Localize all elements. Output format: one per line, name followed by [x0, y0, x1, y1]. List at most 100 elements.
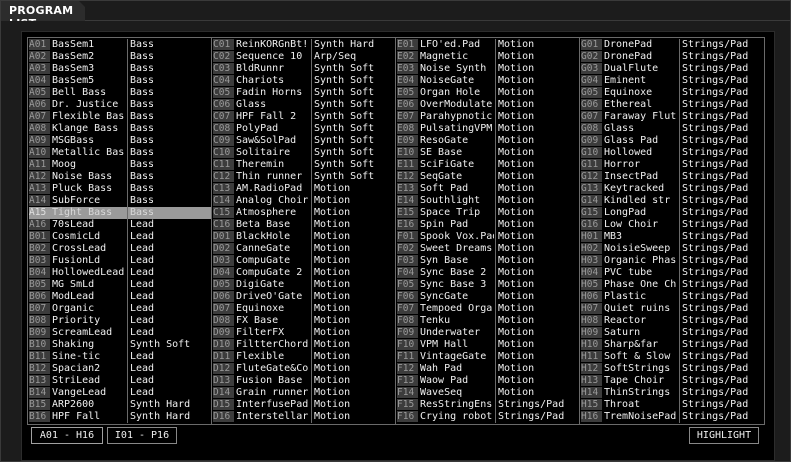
program-row[interactable]: G05 Equinoxe Strings/Pad [581, 87, 763, 99]
bank-i-p-button[interactable]: I01 - P16 [107, 427, 177, 444]
program-row[interactable]: C05 Fadin Horns Synth Soft [213, 87, 395, 99]
program-row[interactable]: H12 SoftStrings Strings/Pad [581, 363, 763, 375]
program-row[interactable]: D06 DriveO'Gate Motion [213, 291, 395, 303]
program-row[interactable]: C14 Analog Choir Motion [213, 195, 395, 207]
program-row[interactable]: B06 ModLead Lead [29, 291, 211, 303]
program-row[interactable]: H13 Tape Choir Strings/Pad [581, 375, 763, 387]
program-row[interactable]: B11 Sine-tic Lead [29, 351, 211, 363]
program-row[interactable]: E09 ResoGate Motion [397, 135, 579, 147]
program-row[interactable]: C15 Atmosphere Motion [213, 207, 395, 219]
program-row[interactable]: G14 Kindled str Strings/Pad [581, 195, 763, 207]
program-row[interactable]: E14 Southlight Motion [397, 195, 579, 207]
program-row[interactable]: G13 Keytracked Strings/Pad [581, 183, 763, 195]
program-row[interactable]: D08 FX Base Motion [213, 315, 395, 327]
program-row[interactable]: D12 FluteGate&Co Motion [213, 363, 395, 375]
program-row[interactable]: C09 Saw&SolPad Synth Soft [213, 135, 395, 147]
highlight-button[interactable]: HIGHLIGHT [689, 427, 759, 444]
program-row[interactable]: A03 BasSem3 Bass [29, 63, 211, 75]
program-row[interactable]: E01 LFO'ed.Pad Motion [397, 39, 579, 51]
program-row[interactable]: C02 Sequence 10 Arp/Seq [213, 51, 395, 63]
program-row[interactable]: A08 Klange Bass Bass [29, 123, 211, 135]
program-row[interactable]: B08 Priority Lead [29, 315, 211, 327]
program-row[interactable]: E12 SeqGate Motion [397, 171, 579, 183]
program-row[interactable]: A01 BasSem1 Bass [29, 39, 211, 51]
program-row[interactable]: B02 CrossLead Lead [29, 243, 211, 255]
program-row[interactable]: H04 PVC tube Strings/Pad [581, 267, 763, 279]
program-row[interactable]: D13 Fusion Base Motion [213, 375, 395, 387]
program-row[interactable]: F03 Syn Base Motion [397, 255, 579, 267]
program-row[interactable]: A06 Dr. Justice Bass [29, 99, 211, 111]
program-row[interactable]: F07 Tempoed Orga Motion [397, 303, 579, 315]
program-row[interactable]: E04 NoiseGate Motion [397, 75, 579, 87]
program-row[interactable]: F13 Waow Pad Motion [397, 375, 579, 387]
program-row[interactable]: A10 Metallic Bas Bass [29, 147, 211, 159]
program-row[interactable]: F15 ResStringEns Strings/Pad [397, 399, 579, 411]
program-row[interactable]: A16 70sLead Lead [29, 219, 211, 231]
program-row[interactable]: F12 Wah Pad Motion [397, 363, 579, 375]
program-row[interactable]: G01 DronePad Strings/Pad [581, 39, 763, 51]
program-row[interactable]: B14 VangeLead Lead [29, 387, 211, 399]
program-row[interactable]: F11 VintageGate Motion [397, 351, 579, 363]
program-row[interactable]: F01 Spook Vox.Pad Motion [397, 231, 579, 243]
program-row[interactable]: A05 Bell Bass Bass [29, 87, 211, 99]
program-row[interactable]: C10 Solitaire Synth Soft [213, 147, 395, 159]
program-row[interactable]: A07 Flexible Bas Bass [29, 111, 211, 123]
program-row[interactable]: D14 Grain runner Motion [213, 387, 395, 399]
program-row[interactable]: B15 ARP2600 Synth Hard [29, 399, 211, 411]
program-row[interactable]: E06 OverModulate Motion [397, 99, 579, 111]
program-row[interactable]: H05 Phase One Ch Strings/Pad [581, 279, 763, 291]
program-row[interactable]: C03 BldRunnr Synth Soft [213, 63, 395, 75]
program-row[interactable]: D10 FiltterChord Motion [213, 339, 395, 351]
program-row[interactable]: G02 DronePad Strings/Pad [581, 51, 763, 63]
program-row[interactable]: G09 Glass Pad Strings/Pad [581, 135, 763, 147]
program-row[interactable]: H14 ThinStrings Strings/Pad [581, 387, 763, 399]
program-row[interactable]: G03 DualFlute Strings/Pad [581, 63, 763, 75]
program-row[interactable]: F04 Sync Base 2 Motion [397, 267, 579, 279]
program-row[interactable]: E11 SciFiGate Motion [397, 159, 579, 171]
program-row[interactable]: G16 Low Choir Strings/Pad [581, 219, 763, 231]
program-row[interactable]: A13 Pluck Bass Bass [29, 183, 211, 195]
program-row[interactable]: H01 MB3 Strings/Pad [581, 231, 763, 243]
program-row[interactable]: H11 Soft & Slow Strings/Pad [581, 351, 763, 363]
program-row[interactable]: B04 HollowedLead Lead [29, 267, 211, 279]
program-row[interactable]: G12 InsectPad Strings/Pad [581, 171, 763, 183]
program-row[interactable]: G06 Ethereal Strings/Pad [581, 99, 763, 111]
program-row[interactable]: B09 ScreamLead Lead [29, 327, 211, 339]
program-row[interactable]: G10 Hollowed Strings/Pad [581, 147, 763, 159]
program-row[interactable]: A12 Noise Bass Bass [29, 171, 211, 183]
program-row[interactable]: H09 Saturn Strings/Pad [581, 327, 763, 339]
program-row[interactable]: E15 Space Trip Motion [397, 207, 579, 219]
program-row[interactable]: D15 InterfusePad Motion [213, 399, 395, 411]
program-row[interactable]: A11 Moog Bass [29, 159, 211, 171]
program-row[interactable]: D16 Interstellar Motion [213, 411, 395, 423]
program-row[interactable]: B05 MG SmLd Lead [29, 279, 211, 291]
program-row[interactable]: G15 LongPad Strings/Pad [581, 207, 763, 219]
program-row[interactable]: H07 Quiet ruins Strings/Pad [581, 303, 763, 315]
program-row[interactable]: A14 SubForce Bass [29, 195, 211, 207]
program-row[interactable]: F06 SyncGate Motion [397, 291, 579, 303]
program-row[interactable]: D11 Flexible Motion [213, 351, 395, 363]
program-row[interactable]: D07 Equinoxe Motion [213, 303, 395, 315]
program-row[interactable]: F10 VPM Hall Motion [397, 339, 579, 351]
bank-a-h-button[interactable]: A01 - H16 [31, 427, 103, 444]
program-row[interactable]: H16 TremNoisePad Strings/Pad [581, 411, 763, 423]
program-row[interactable]: D01 BlackHole Motion [213, 231, 395, 243]
program-row[interactable]: F16 Crying robot Strings/Pad [397, 411, 579, 423]
program-row[interactable]: E02 Magnetic Motion [397, 51, 579, 63]
program-row[interactable]: E13 Soft Pad Motion [397, 183, 579, 195]
program-row[interactable]: C07 HPF Fall 2 Synth Soft [213, 111, 395, 123]
program-row[interactable]: E10 SE Base Motion [397, 147, 579, 159]
program-row[interactable]: A09 MSGBass Bass [29, 135, 211, 147]
program-row[interactable]: E05 Organ Hole Motion [397, 87, 579, 99]
program-row[interactable]: F02 Sweet Dreams Motion [397, 243, 579, 255]
program-row[interactable]: E07 Parahypnotic Motion [397, 111, 579, 123]
program-row[interactable]: B03 FusionLd Lead [29, 255, 211, 267]
program-row[interactable]: B07 Organic Lead [29, 303, 211, 315]
program-row[interactable]: E03 Noise Synth Motion [397, 63, 579, 75]
program-row[interactable]: D03 CompuGate Motion [213, 255, 395, 267]
program-row[interactable]: H03 Organic Phas Strings/Pad [581, 255, 763, 267]
program-row[interactable]: H10 Sharp&far Strings/Pad [581, 339, 763, 351]
program-row[interactable]: B16 HPF Fall Synth Hard [29, 411, 211, 423]
program-row[interactable]: A04 BasSem5 Bass [29, 75, 211, 87]
program-row[interactable]: B13 StriLead Lead [29, 375, 211, 387]
